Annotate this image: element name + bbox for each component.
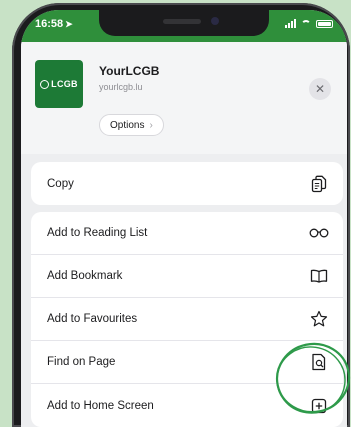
actions-group: Add to Reading List Add Bookmark Add to … [31,212,343,427]
notch [99,10,269,36]
menu-item-favourites[interactable]: Add to Favourites [31,298,343,341]
menu-item-reading-list[interactable]: Add to Reading List [31,212,343,255]
location-arrow-icon: ➤ [65,19,73,29]
glasses-icon [309,223,329,243]
menu-item-label: Add to Favourites [47,313,138,325]
close-button[interactable]: ✕ [309,78,331,100]
close-icon: ✕ [314,82,326,96]
chevron-right-icon: › [149,119,153,131]
status-icons [285,19,333,28]
menu-item-label: Add to Home Screen [47,399,154,412]
front-camera [211,17,219,25]
menu-item-label: Add to Reading List [47,227,148,239]
site-url: yourlcgb.lu [99,82,143,92]
status-bar: 16:58 ➤ [21,10,347,42]
star-icon [309,309,329,329]
status-time-text: 16:58 [35,18,64,30]
logo-ring-icon [40,79,50,89]
copy-group: Copy [31,162,343,205]
status-time: 16:58 ➤ [35,18,73,30]
menu-item-add-to-home-screen[interactable]: Add to Home Screen [31,384,343,427]
menu-item-bookmark[interactable]: Add Bookmark [31,255,343,298]
menu-item-find-on-page[interactable]: Find on Page [31,341,343,384]
copy-icon [309,174,329,194]
plus-square-icon [309,396,329,416]
menu-item-label: Add Bookmark [47,270,123,282]
site-logo: LCGB [35,60,83,108]
options-button-label: Options [110,119,145,131]
menu-item-copy[interactable]: Copy [31,162,343,205]
battery-icon [316,19,333,28]
site-name: YourLCGB [99,64,160,78]
menu-item-label: Copy [47,177,74,190]
phone-screen: 16:58 ➤ LCGB YourLCGB yourlcgb.lu Options… [21,10,347,427]
speaker-grille [163,19,201,24]
options-button[interactable]: Options › [99,114,164,136]
wifi-icon [301,20,311,27]
signal-icon [285,19,296,28]
share-sheet-header: LCGB YourLCGB yourlcgb.lu Options › ✕ [21,42,347,154]
book-icon [309,266,329,286]
site-logo-mark: LCGB [40,79,78,89]
menu-item-label: Find on Page [47,356,116,368]
site-logo-text: LCGB [51,79,78,89]
find-on-page-icon [309,352,329,372]
